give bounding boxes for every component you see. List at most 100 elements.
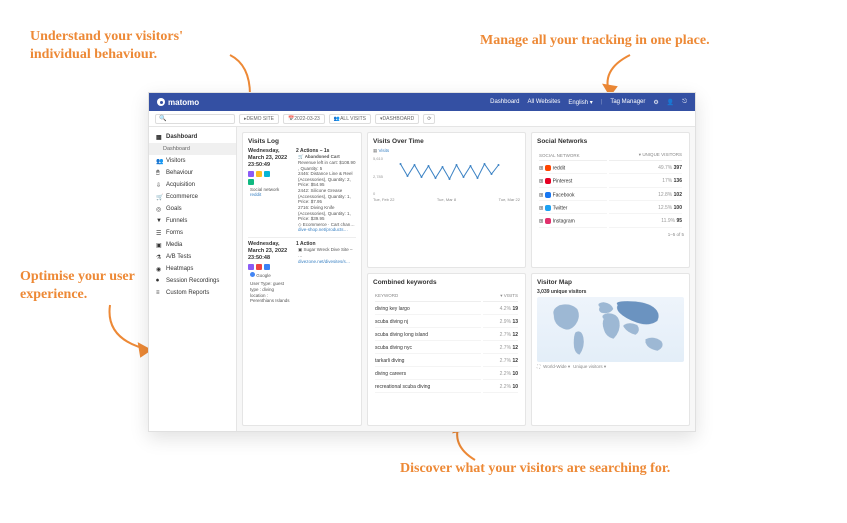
log-date-2: Wednesday, March 23, 2022 23:50:48: [248, 241, 292, 262]
sidebar-item-forms[interactable]: ☰Forms: [149, 227, 236, 239]
dashboard-selector[interactable]: ▾ DASHBOARD: [375, 114, 419, 124]
abtests-icon: ⚗: [156, 254, 162, 260]
log-ecomm: Ecommerce · Cart chan…: [303, 222, 355, 227]
line-chart-svg: [373, 156, 520, 196]
visitors-icon: 👥: [156, 158, 162, 164]
vot-xlabels: Tue, Feb 22 Tue, Mar 8 Tue, Mar 22: [373, 197, 520, 202]
ytick: 0: [373, 191, 375, 196]
nav-tag-manager[interactable]: Tag Manager: [610, 99, 645, 105]
log-site-link[interactable]: divezone.net/divesites/s…: [298, 259, 356, 265]
table-row[interactable]: ⊞ reddit49.7% 397: [539, 163, 682, 174]
table-row[interactable]: diving key largo4.2% 19: [375, 304, 518, 315]
ck-title: Combined keywords: [373, 279, 520, 286]
log-referrer: Google: [256, 273, 271, 278]
sn-col1[interactable]: SOCIAL NETWORK: [539, 150, 607, 161]
logout-icon[interactable]: ⎋: [682, 99, 687, 106]
logo[interactable]: matomo: [157, 98, 199, 107]
table-row[interactable]: ⊞ Pinterest17% 136: [539, 176, 682, 187]
vot-chart[interactable]: 5,610 2,785 0: [373, 156, 520, 196]
sidebar-item-visitors[interactable]: 👥Visitors: [149, 155, 236, 167]
log-ut: guest: [273, 281, 284, 286]
log-loc: Perenthians Islands: [250, 298, 290, 303]
log-social-value[interactable]: reddit: [250, 192, 292, 198]
search-input[interactable]: 🔍: [155, 114, 235, 124]
country-icon: [248, 264, 254, 270]
log-line: Abandoned Cart: [305, 154, 340, 159]
sidebar-item-dashboard[interactable]: ▦Dashboard: [149, 131, 236, 143]
log-icons-1: [248, 171, 292, 177]
nav-all-websites[interactable]: All Websites: [528, 99, 561, 105]
topbar: matomo Dashboard All Websites English ▾ …: [149, 93, 695, 111]
table-row[interactable]: recreational scuba diving2.2% 10: [375, 382, 518, 393]
table-row[interactable]: diving careers2.2% 10: [375, 369, 518, 380]
table-row[interactable]: ⊞ Twitter12.5% 100: [539, 203, 682, 214]
funnels-icon: ▼: [156, 218, 162, 224]
vm-count: 3,039 unique visitors: [537, 289, 684, 295]
topnav: Dashboard All Websites English ▾ | Tag M…: [490, 99, 687, 106]
table-row[interactable]: tarkarli diving2.7% 12: [375, 356, 518, 367]
table-row[interactable]: scuba diving nj2.9% 13: [375, 317, 518, 328]
sidebar-item-media[interactable]: ▣Media: [149, 239, 236, 251]
sidebar-item-funnels[interactable]: ▼Funnels: [149, 215, 236, 227]
site-selector[interactable]: ▸ DEMO SITE: [239, 114, 279, 124]
annotation-ux: Optimise your user experience.: [20, 268, 150, 304]
user-icon[interactable]: 👤: [667, 99, 674, 106]
gear-icon[interactable]: ⚙: [653, 99, 658, 106]
log-loc-label: location :: [250, 293, 268, 298]
sidebar-item-ecommerce[interactable]: 🛒Ecommerce: [149, 191, 236, 203]
app-window: matomo Dashboard All Websites English ▾ …: [148, 92, 696, 432]
sn-title: Social Networks: [537, 138, 684, 145]
main: Visits Log Wednesday, March 23, 2022 23:…: [237, 127, 695, 431]
ecommerce-icon: 🛒: [156, 194, 162, 200]
sn-col2[interactable]: ▾ UNIQUE VISITORS: [609, 150, 682, 161]
recordings-icon: ⏺: [156, 278, 162, 284]
log-line: 2442: Silicone Grease (Accessories), Qua…: [298, 188, 356, 205]
sidebar: ▦Dashboard Dashboard 👥Visitors 🖱Behaviou…: [149, 127, 237, 431]
sidebar-item-dashboard-sub[interactable]: Dashboard: [149, 143, 236, 155]
log-entry-1[interactable]: Wednesday, March 23, 2022 23:50:49 Socia…: [248, 148, 356, 233]
table-row[interactable]: scuba diving nyc2.7% 12: [375, 343, 518, 354]
acquisition-icon: ⇩: [156, 182, 162, 188]
log-line: 2446: Distance Line & Reel (Accessories)…: [298, 171, 356, 188]
google-icon: [250, 272, 255, 277]
log-line: Revenue left in cart: $108.90 , Quantity…: [298, 160, 356, 171]
log-ecomm-link[interactable]: dive-shop.net/products…: [298, 227, 356, 233]
date-selector[interactable]: 📅 2022-03-23: [283, 114, 325, 124]
nav-language[interactable]: English ▾: [568, 99, 592, 106]
sidebar-item-behaviour[interactable]: 🖱Behaviour: [149, 167, 236, 179]
metric-select[interactable]: Unique visitors ▾: [573, 364, 606, 370]
sidebar-item-heatmaps[interactable]: ◉Heatmaps: [149, 263, 236, 275]
sidebar-item-custom-reports[interactable]: ≡Custom Reports: [149, 287, 236, 299]
sidebar-item-abtests[interactable]: ⚗A/B Tests: [149, 251, 236, 263]
sidebar-item-goals[interactable]: ◎Goals: [149, 203, 236, 215]
ck-col1[interactable]: KEYWORD: [375, 291, 481, 302]
ck-col2[interactable]: ▾ VISITS: [483, 291, 518, 302]
card-combined-keywords: Combined keywords KEYWORD▾ VISITS diving…: [367, 273, 526, 426]
segment-selector[interactable]: 👥 ALL VISITS: [329, 114, 371, 124]
nav-dashboard[interactable]: Dashboard: [490, 99, 519, 105]
visits-log-title: Visits Log: [248, 138, 356, 145]
log-icons-1b: [248, 179, 292, 185]
card-social-networks: Social Networks SOCIAL NETWORK▾ UNIQUE V…: [531, 132, 690, 268]
table-row[interactable]: scuba diving long island2.7% 12: [375, 330, 518, 341]
log-date-1: Wednesday, March 23, 2022 23:50:49: [248, 148, 292, 169]
fullscreen-icon[interactable]: ⛶: [537, 364, 540, 369]
vm-title: Visitor Map: [537, 279, 684, 286]
forms-icon: ☰: [156, 230, 162, 236]
refresh-icon[interactable]: ⟳: [423, 114, 435, 124]
log-type: diving: [262, 287, 274, 292]
table-row[interactable]: ⊞ Facebook12.8% 102: [539, 190, 682, 201]
device-icon: [248, 179, 254, 185]
instagram-icon: [545, 218, 551, 224]
region-select[interactable]: World-Wide ▾: [543, 364, 570, 370]
map-svg: [537, 297, 684, 362]
facebook-icon: [545, 192, 551, 198]
log-entry-2[interactable]: Wednesday, March 23, 2022 23:50:48 Googl…: [248, 241, 356, 304]
ytick: 2,785: [373, 174, 383, 179]
sidebar-item-session-recordings[interactable]: ⏺Session Recordings: [149, 275, 236, 287]
world-map[interactable]: [537, 297, 684, 362]
table-row[interactable]: ⊞ Instagram11.9% 95: [539, 216, 682, 227]
sidebar-item-acquisition[interactable]: ⇩Acquisition: [149, 179, 236, 191]
sn-table: SOCIAL NETWORK▾ UNIQUE VISITORS ⊞ reddit…: [537, 148, 684, 230]
vot-legend[interactable]: Visits: [379, 148, 390, 153]
